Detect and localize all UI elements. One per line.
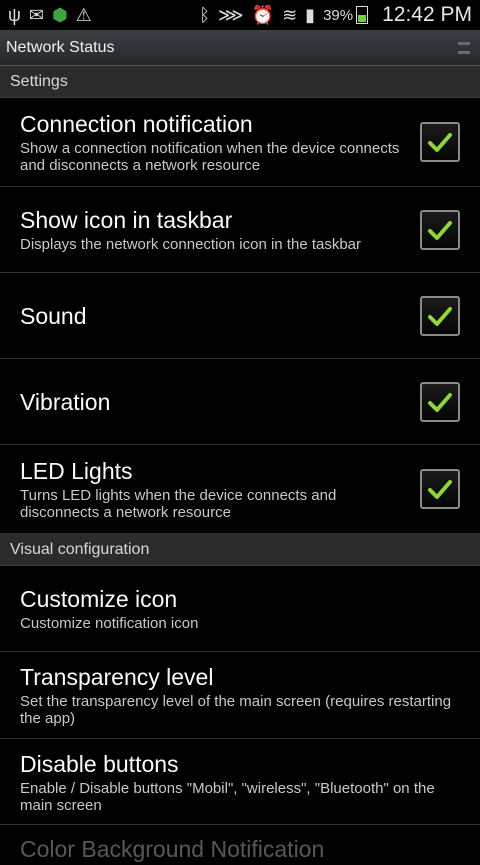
setting-led-lights[interactable]: LED Lights Turns LED lights when the dev… bbox=[0, 445, 480, 534]
setting-title: Customize icon bbox=[20, 586, 178, 612]
setting-title: Disable buttons bbox=[20, 750, 179, 777]
wifi-icon: ≋ bbox=[282, 5, 298, 25]
section-header-settings: Settings bbox=[0, 66, 480, 98]
setting-customize-icon[interactable]: Customize icon Customize notification ic… bbox=[0, 566, 480, 652]
section-title: Visual configuration bbox=[10, 540, 150, 558]
setting-title: LED Lights bbox=[20, 458, 133, 484]
sound-checkbox[interactable] bbox=[420, 295, 460, 336]
setting-color-background-notification[interactable]: Color Background Notification bbox=[0, 825, 480, 865]
setting-subtitle: Customize notification icon bbox=[20, 615, 199, 632]
setting-subtitle: Turns LED lights when the device connect… bbox=[20, 487, 337, 521]
check-icon bbox=[428, 392, 452, 412]
setting-subtitle: Set the transparency level of the main s… bbox=[20, 693, 452, 727]
battery-indicator: 39% bbox=[323, 6, 369, 24]
setting-title: Show icon in taskbar bbox=[20, 207, 233, 233]
setting-title: Sound bbox=[20, 302, 87, 329]
check-icon bbox=[428, 306, 452, 326]
nfc-icon: ⋙ bbox=[218, 5, 244, 25]
app-title-bar: Network Status bbox=[0, 30, 480, 66]
setting-disable-buttons[interactable]: Disable buttons Enable / Disable buttons… bbox=[0, 739, 480, 825]
android-icon: ⬢ bbox=[51, 5, 68, 25]
check-icon bbox=[428, 220, 452, 240]
setting-transparency-level[interactable]: Transparency level Set the transparency … bbox=[0, 652, 480, 739]
setting-subtitle: Show a connection notification when the … bbox=[20, 140, 400, 174]
setting-subtitle: Displays the network connection icon in … bbox=[20, 236, 362, 253]
menu-grip-icon bbox=[458, 41, 470, 54]
setting-vibration[interactable]: Vibration bbox=[0, 359, 480, 445]
setting-connection-notification[interactable]: Connection notification Show a connectio… bbox=[0, 98, 480, 187]
section-header-visual: Visual configuration bbox=[0, 534, 480, 566]
warning-icon: ⚠ bbox=[75, 5, 92, 25]
battery-icon bbox=[356, 6, 369, 24]
section-title: Settings bbox=[10, 72, 68, 90]
usb-icon: ψ bbox=[8, 5, 21, 25]
setting-title: Connection notification bbox=[20, 111, 253, 137]
setting-show-icon-taskbar[interactable]: Show icon in taskbar Displays the networ… bbox=[0, 187, 480, 273]
clock: 12:42 PM bbox=[382, 3, 472, 26]
alarm-icon: ⏰ bbox=[251, 5, 275, 25]
battery-percent: 39% bbox=[323, 6, 354, 24]
status-bar: ψ ✉ ⬢ ⚠ ᛒ ⋙ ⏰ ≋ ▮ 39% 12:42 PM bbox=[0, 0, 480, 30]
check-icon bbox=[428, 480, 452, 499]
check-icon bbox=[428, 133, 452, 152]
show-icon-taskbar-checkbox[interactable] bbox=[420, 209, 460, 250]
setting-title: Transparency level bbox=[20, 664, 214, 690]
connection-notification-checkbox[interactable] bbox=[420, 122, 460, 162]
signal-icon: ▮ bbox=[305, 5, 316, 25]
setting-sound[interactable]: Sound bbox=[0, 273, 480, 359]
led-lights-checkbox[interactable] bbox=[420, 469, 460, 509]
setting-title: Vibration bbox=[20, 388, 111, 415]
app-title: Network Status bbox=[6, 38, 115, 56]
gmail-icon: ✉ bbox=[28, 5, 44, 25]
setting-subtitle: Enable / Disable buttons "Mobil", "wirel… bbox=[20, 779, 435, 814]
bluetooth-icon: ᛒ bbox=[199, 5, 211, 25]
vibration-checkbox[interactable] bbox=[420, 381, 460, 422]
setting-title: Color Background Notification bbox=[20, 836, 325, 862]
